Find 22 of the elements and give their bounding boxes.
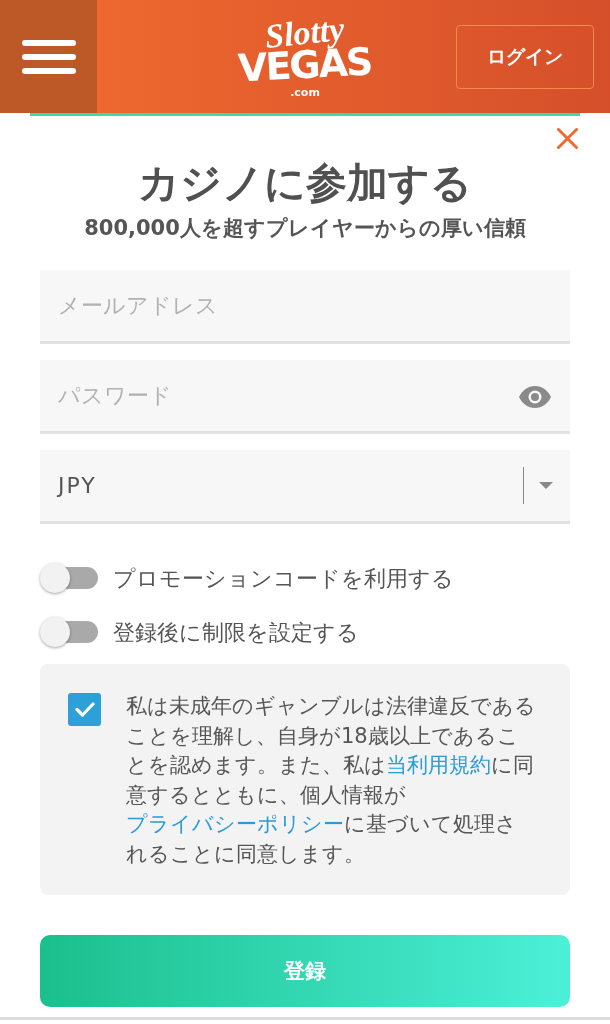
eye-icon[interactable] (519, 386, 551, 408)
toggle-switch[interactable] (40, 616, 98, 648)
logo[interactable]: Slotty VEGAS .com (238, 15, 372, 98)
checkmark-icon (74, 702, 95, 717)
page-title: カジノに参加する (137, 159, 473, 207)
currency-select[interactable]: JPY (40, 450, 570, 524)
text-link[interactable]: プライバシーポリシー (126, 812, 344, 836)
login-button[interactable]: ログイン (456, 25, 594, 89)
menu-button[interactable] (0, 0, 97, 113)
close-icon[interactable] (557, 128, 578, 149)
caret-icon (539, 482, 553, 489)
toggle-label: プロモーションコードを利用する (113, 564, 454, 593)
subtitle: 800,000人を超すプレイヤーからの厚い信頼 (83, 215, 527, 241)
checkbox[interactable] (68, 693, 101, 726)
toggle-label: 登録後に制限を設定する (113, 618, 359, 647)
text-link[interactable]: 当利用規約 (386, 753, 491, 777)
menu-icon (21, 39, 76, 74)
register-button[interactable]: 登録 (40, 935, 570, 1007)
password-field[interactable]: パスワード (40, 360, 570, 434)
email-field[interactable]: メールアドレス (40, 270, 570, 344)
toggle-switch[interactable] (40, 562, 98, 594)
consent-text: 私は未成年のギャンブルは法律違反であることを理解し、自身が18歳以上であることを認めます。また、私は 当利用規約に同意するとともに、個人情報が プライバシーポリシーに基づいて処理されることに同意します。 (126, 693, 537, 868)
